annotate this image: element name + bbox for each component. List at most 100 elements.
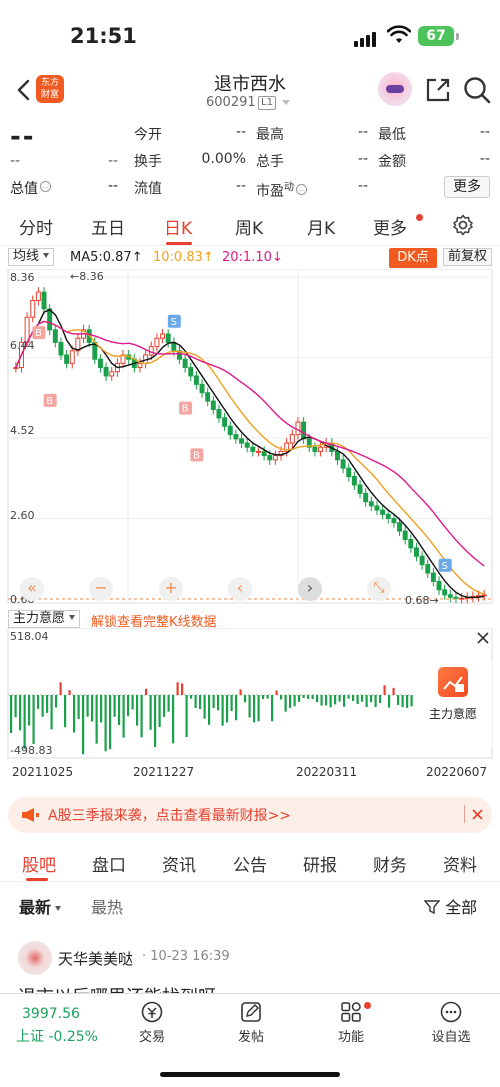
post-item[interactable]: 天华美美哒 · 10-23 16:39 退市以后哪里还能找到呀: [0, 935, 500, 995]
tab-monthly-k[interactable]: 月K: [307, 214, 335, 239]
level-dropdown-icon[interactable]: [282, 100, 290, 105]
close-notice-icon[interactable]: [472, 809, 483, 820]
outflow-bar: [136, 695, 139, 726]
y-tick-label: 6.44: [10, 339, 35, 352]
outflow-bar: [77, 695, 80, 720]
outflow-bar: [311, 695, 314, 700]
clock: 21:51: [70, 24, 137, 48]
tab-pankou[interactable]: 盘口: [92, 851, 126, 876]
outflow-bar: [154, 695, 157, 747]
scroll-left-button[interactable]: ‹: [228, 577, 252, 601]
candle-body: [109, 371, 115, 377]
adjust-select[interactable]: 前复权: [443, 248, 493, 266]
filter-icon: [423, 900, 441, 915]
active-tab-underline: [26, 878, 48, 881]
nav-post[interactable]: 发帖: [216, 1000, 286, 1045]
tab-announcements[interactable]: 公告: [233, 851, 267, 876]
open-value: --: [235, 124, 246, 140]
tab-more[interactable]: 更多: [373, 214, 407, 239]
active-tab-underline: [166, 242, 192, 245]
nav-trade[interactable]: 交易: [117, 1000, 187, 1045]
candle-body: [103, 367, 109, 377]
settings-gear-icon[interactable]: [452, 214, 474, 236]
trade-marker-label: S: [171, 317, 177, 328]
low-price-annotation: 0.68→: [405, 594, 439, 607]
inflow-bar: [275, 690, 278, 695]
amount-label: 金额: [378, 154, 406, 170]
outflow-bar: [370, 695, 373, 703]
tab-five-day[interactable]: 五日: [91, 214, 125, 239]
tab-daily-k[interactable]: 日K: [164, 214, 192, 239]
edit-icon: [241, 1002, 261, 1022]
candle-body: [233, 434, 239, 440]
tab-guba[interactable]: 股吧: [22, 851, 56, 876]
scroll-right-button[interactable]: ›: [298, 577, 322, 601]
sub-indicator-select[interactable]: 主力意愿: [8, 610, 81, 628]
filter-all[interactable]: 全部: [423, 894, 477, 918]
sort-hot[interactable]: 最热: [91, 894, 123, 918]
nav-functions[interactable]: 功能: [316, 1000, 386, 1045]
post-author[interactable]: 天华美美哒: [58, 948, 133, 969]
outflow-bar: [104, 695, 107, 752]
zoom-in-button[interactable]: +: [159, 577, 183, 601]
candle-body: [199, 383, 205, 394]
outflow-bar: [248, 695, 251, 718]
price-change-pct: --: [108, 153, 119, 169]
candle-body: [447, 594, 453, 598]
search-icon[interactable]: [462, 75, 492, 105]
tab-profile[interactable]: 资料: [443, 851, 477, 876]
k-line-svg[interactable]: B B B B S S: [0, 268, 500, 611]
nav-watchlist[interactable]: 设自选: [416, 1000, 486, 1045]
back-arrow-icon[interactable]: [12, 75, 36, 105]
zoom-out-button[interactable]: −: [89, 577, 113, 601]
outflow-bar: [302, 695, 305, 699]
share-icon[interactable]: [424, 76, 452, 104]
outflow-bar: [397, 695, 400, 706]
ma-select[interactable]: 均线: [8, 248, 55, 266]
tab-finance[interactable]: 财务: [373, 851, 407, 876]
fullscreen-button[interactable]: ⤡: [367, 577, 391, 601]
outflow-bar: [374, 695, 377, 707]
candle-body: [385, 513, 391, 520]
candle-body: [363, 492, 369, 503]
open-label: 今开: [134, 127, 162, 143]
candle-body: [13, 367, 19, 370]
k-line-chart[interactable]: BBBBSS 8.36 6.44 4.52 2.60 0.68 ←8.36 0.…: [0, 268, 500, 611]
candle-body: [69, 350, 75, 364]
outflow-bar: [356, 695, 359, 705]
tab-research[interactable]: 研报: [303, 851, 337, 876]
candle-body: [182, 358, 188, 369]
tab-news[interactable]: 资讯: [162, 851, 196, 876]
outflow-bar: [388, 695, 391, 708]
stock-code: 600291: [206, 95, 256, 110]
candle-body: [413, 547, 419, 557]
sort-latest[interactable]: 最新: [19, 894, 62, 918]
candle-body: [380, 509, 386, 515]
assistant-avatar[interactable]: [378, 72, 412, 106]
earnings-notice-banner[interactable]: A股三季报来袭，点击查看最新财报>>: [8, 797, 492, 833]
outflow-bar: [127, 695, 130, 717]
x-tick-label: 20211227: [133, 765, 195, 779]
dk-point-button[interactable]: DK点: [389, 248, 437, 268]
more-quote-button[interactable]: 更多: [444, 176, 490, 198]
outflow-bar: [266, 695, 269, 699]
locked-indicator-card[interactable]: 主力意愿: [414, 659, 492, 749]
scroll-start-button[interactable]: «: [20, 577, 44, 601]
outflow-bar: [271, 695, 274, 722]
outflow-bar: [122, 695, 125, 738]
candle-body: [340, 459, 346, 469]
y-tick-label: 2.60: [10, 509, 35, 522]
high-value: --: [357, 124, 368, 140]
level-badge[interactable]: L1: [258, 96, 276, 110]
candle-body: [318, 446, 324, 452]
tab-intraday[interactable]: 分时: [19, 214, 53, 239]
ma5-value: MA5:0.87↑: [70, 250, 143, 265]
index-change[interactable]: 上证 -0.25%: [16, 1026, 98, 1046]
news-tabs: 股吧 盘口 资讯 公告 研报 财务 资料: [0, 846, 500, 882]
close-icon[interactable]: [477, 632, 489, 644]
index-value[interactable]: 3997.56: [22, 1006, 80, 1022]
wifi-icon: [387, 25, 411, 43]
tab-weekly-k[interactable]: 周K: [235, 214, 263, 239]
pe-label: 市盈动…: [256, 182, 307, 200]
author-avatar[interactable]: [18, 941, 52, 975]
